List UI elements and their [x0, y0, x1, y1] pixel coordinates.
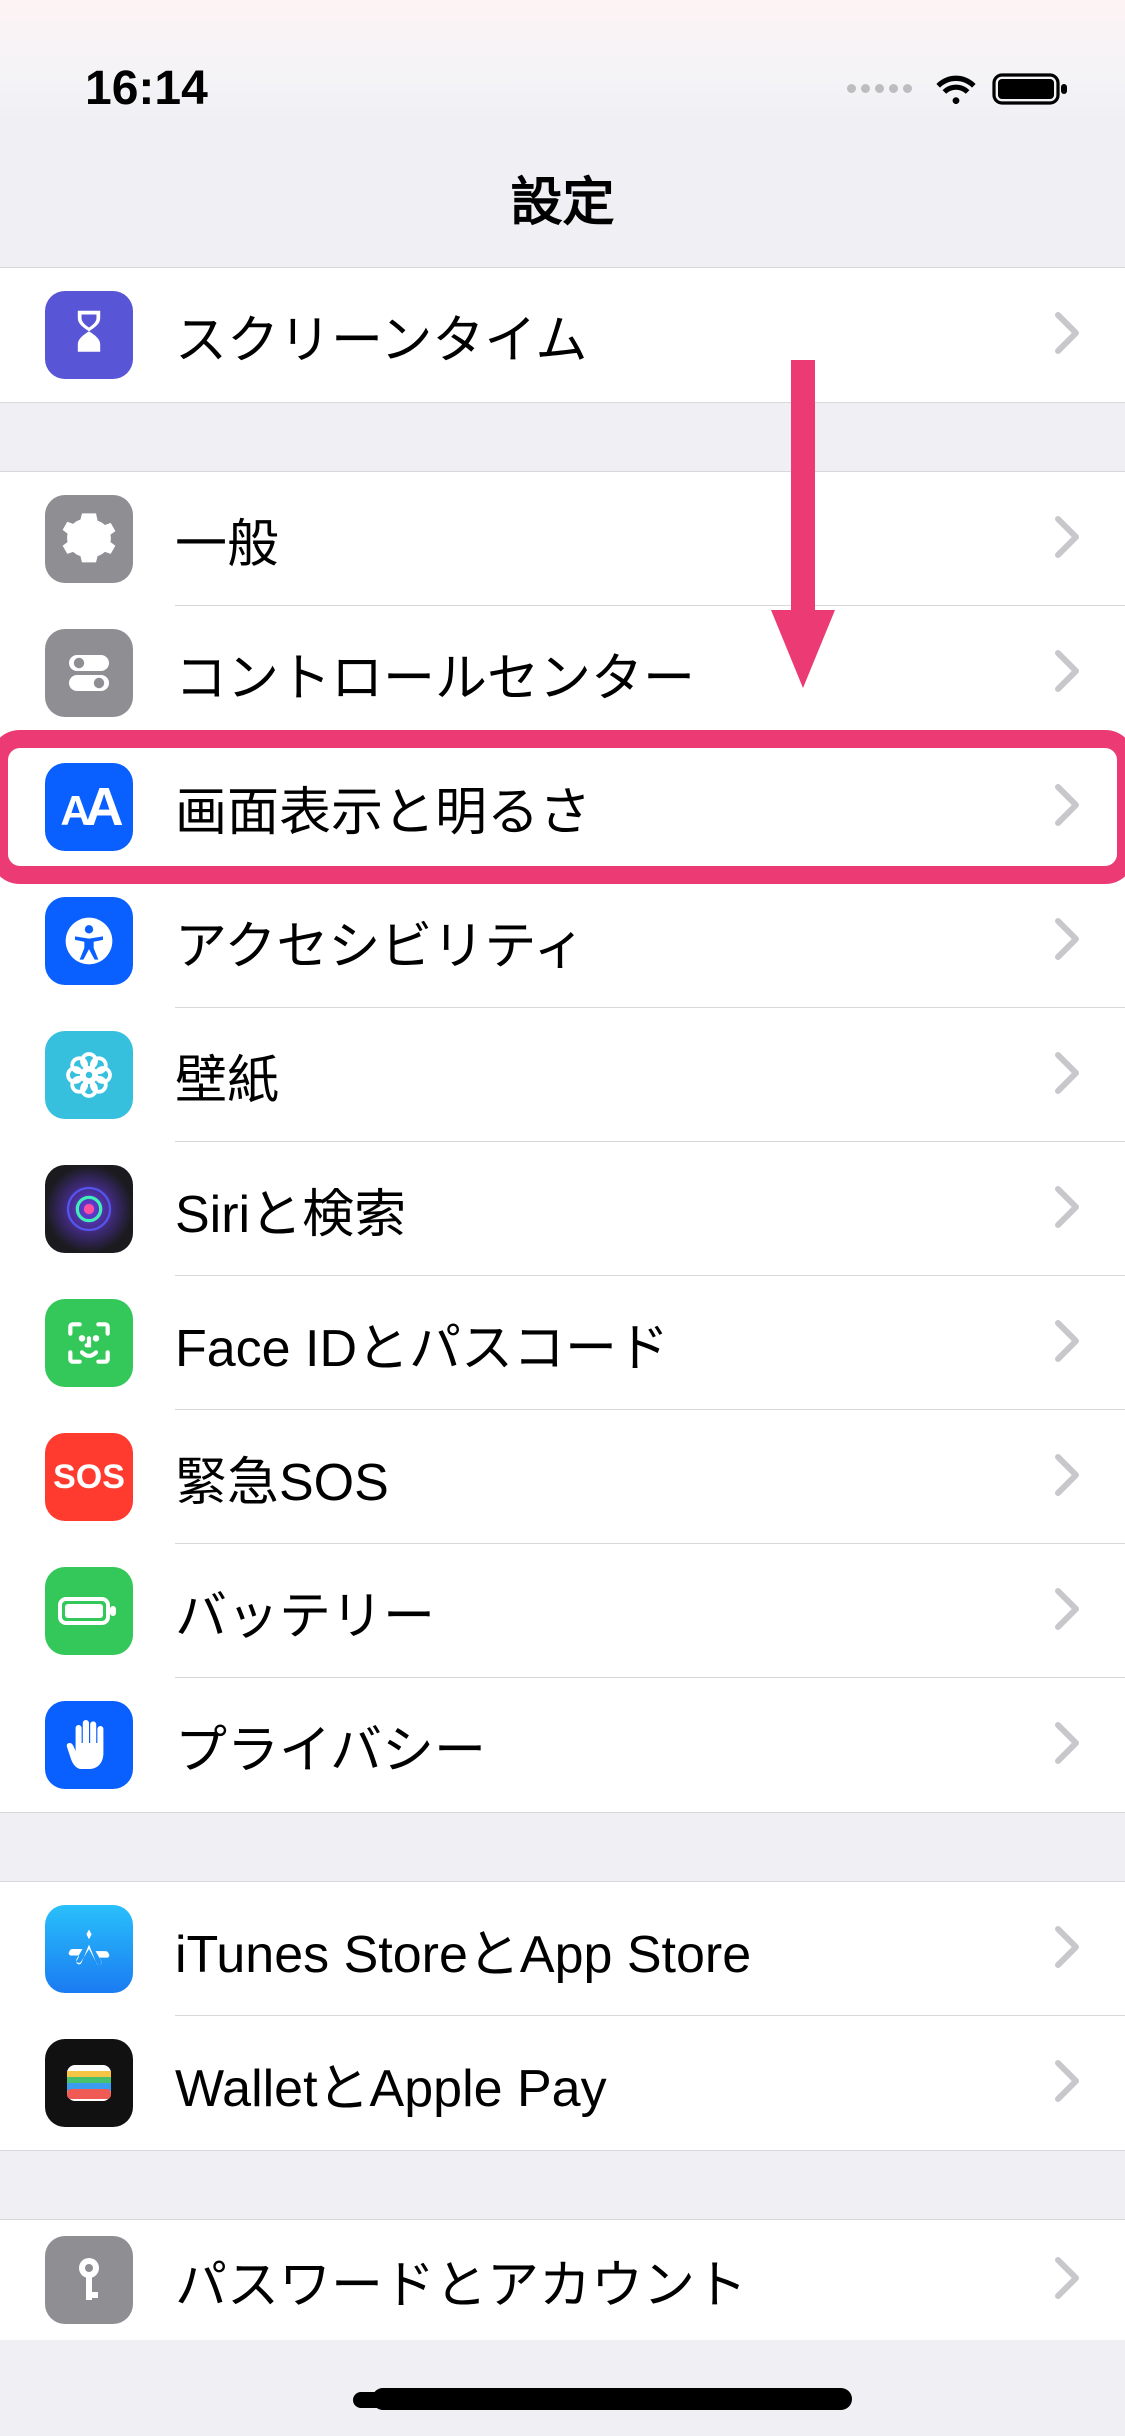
- signal-dots: [847, 84, 912, 93]
- settings-group-1: 一般 コントロールセンター AA 画面表示と明るさ アクセシビリティ 壁紙: [0, 472, 1125, 1812]
- battery-status-icon: [992, 71, 1070, 107]
- row-accessibility[interactable]: アクセシビリティ: [0, 874, 1125, 1008]
- row-label: コントロールセンター: [175, 636, 1044, 711]
- row-faceid-passcode[interactable]: Face IDとパスコード: [0, 1276, 1125, 1410]
- chevron-right-icon: [1054, 2256, 1080, 2305]
- row-general[interactable]: 一般: [0, 472, 1125, 606]
- row-passwords-accounts[interactable]: パスワードとアカウント: [0, 2220, 1125, 2340]
- hand-icon: [45, 1701, 133, 1789]
- chevron-right-icon: [1054, 783, 1080, 832]
- group-spacer: [0, 402, 1125, 472]
- status-time: 16:14: [85, 61, 208, 116]
- toggles-icon: [45, 629, 133, 717]
- page-title: 設定: [0, 132, 1125, 267]
- chevron-right-icon: [1054, 515, 1080, 564]
- row-control-center[interactable]: コントロールセンター: [0, 606, 1125, 740]
- sos-icon: SOS: [45, 1433, 133, 1521]
- status-bar: 16:14: [0, 0, 1125, 132]
- faceid-icon: [45, 1299, 133, 1387]
- row-label: 画面表示と明るさ: [175, 770, 1044, 845]
- chevron-right-icon: [1054, 1721, 1080, 1770]
- chevron-right-icon: [1054, 1185, 1080, 1234]
- row-emergency-sos[interactable]: SOS 緊急SOS: [0, 1410, 1125, 1544]
- battery-icon: [45, 1567, 133, 1655]
- wifi-icon: [932, 71, 980, 107]
- chevron-right-icon: [1054, 917, 1080, 966]
- settings-group-0: スクリーンタイム: [0, 268, 1125, 402]
- siri-icon: [45, 1165, 133, 1253]
- row-wallet-applepay[interactable]: WalletとApple Pay: [0, 2016, 1125, 2150]
- row-label: パスワードとアカウント: [175, 2243, 1044, 2318]
- hourglass-icon: [45, 291, 133, 379]
- group-spacer: [0, 1812, 1125, 1882]
- chevron-right-icon: [1054, 1051, 1080, 1100]
- settings-group-3: パスワードとアカウント: [0, 2220, 1125, 2340]
- row-label: WalletとApple Pay: [175, 2046, 1044, 2121]
- accessibility-icon: [45, 897, 133, 985]
- row-label: バッテリー: [175, 1574, 1044, 1649]
- settings-group-2: iTunes StoreとApp Store WalletとApple Pay: [0, 1882, 1125, 2150]
- annotation-arrow: [763, 360, 843, 705]
- chevron-right-icon: [1054, 1587, 1080, 1636]
- flower-icon: [45, 1031, 133, 1119]
- row-label: Face IDとパスコード: [175, 1306, 1044, 1381]
- row-label: 一般: [175, 502, 1044, 577]
- text-size-icon: AA: [45, 763, 133, 851]
- group-spacer: [0, 2150, 1125, 2220]
- status-indicators: [847, 71, 1070, 107]
- row-label: アクセシビリティ: [175, 904, 1044, 979]
- row-label: Siriと検索: [175, 1172, 1044, 1247]
- wallet-icon: [45, 2039, 133, 2127]
- row-siri-search[interactable]: Siriと検索: [0, 1142, 1125, 1276]
- chevron-right-icon: [1054, 649, 1080, 698]
- row-label: 緊急SOS: [175, 1440, 1044, 1515]
- row-screen-time[interactable]: スクリーンタイム: [0, 268, 1125, 402]
- chevron-right-icon: [1054, 2059, 1080, 2108]
- gear-icon: [45, 495, 133, 583]
- row-label: 壁紙: [175, 1038, 1044, 1113]
- row-wallpaper[interactable]: 壁紙: [0, 1008, 1125, 1142]
- chevron-right-icon: [1054, 1925, 1080, 1974]
- row-label: スクリーンタイム: [175, 298, 1044, 373]
- home-indicator: [353, 2392, 773, 2408]
- sos-text: SOS: [53, 1458, 125, 1497]
- appstore-icon: [45, 1905, 133, 1993]
- row-battery[interactable]: バッテリー: [0, 1544, 1125, 1678]
- chevron-right-icon: [1054, 1453, 1080, 1502]
- chevron-right-icon: [1054, 1319, 1080, 1368]
- row-label: iTunes StoreとApp Store: [175, 1912, 1044, 1987]
- row-itunes-appstore[interactable]: iTunes StoreとApp Store: [0, 1882, 1125, 2016]
- row-label: プライバシー: [175, 1708, 1044, 1783]
- row-privacy[interactable]: プライバシー: [0, 1678, 1125, 1812]
- row-display-brightness[interactable]: AA 画面表示と明るさ: [0, 740, 1125, 874]
- chevron-right-icon: [1054, 311, 1080, 360]
- key-icon: [45, 2236, 133, 2324]
